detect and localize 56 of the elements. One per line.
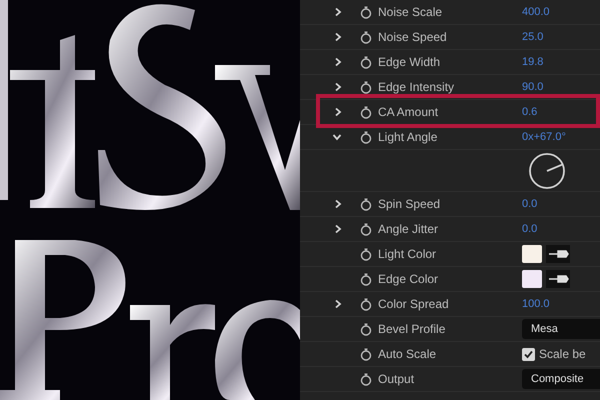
value-field[interactable]: 0.6: [522, 104, 538, 120]
value-field[interactable]: 400.0: [522, 4, 550, 20]
angle-dial[interactable]: [528, 152, 566, 190]
stopwatch-icon[interactable]: [360, 298, 372, 310]
stopwatch-icon[interactable]: [360, 248, 372, 260]
stopwatch-icon[interactable]: [360, 198, 372, 210]
dropdown[interactable]: Mesa: [522, 319, 600, 339]
property-label: Noise Scale: [378, 4, 444, 21]
stopwatch-icon[interactable]: [360, 372, 372, 386]
stopwatch-icon[interactable]: [360, 222, 372, 236]
property-label: Color Spread: [378, 296, 450, 313]
stopwatch-icon[interactable]: [360, 106, 372, 118]
property-label: CA Amount: [378, 104, 440, 121]
stopwatch-icon[interactable]: [360, 80, 372, 94]
stopwatch-icon[interactable]: [360, 56, 372, 68]
chevron-right-icon[interactable]: [334, 32, 342, 42]
stopwatch-icon[interactable]: [360, 30, 372, 44]
property-label: Noise Speed: [378, 29, 448, 46]
chevron-right-icon[interactable]: [334, 7, 342, 17]
property-label: Light Color: [378, 246, 438, 263]
property-label: Light Angle: [378, 129, 438, 146]
eyedropper-icon[interactable]: [546, 270, 570, 288]
checkmark-icon: [524, 350, 533, 358]
chevron-right-icon[interactable]: [334, 107, 342, 117]
color-swatch[interactable]: [522, 245, 542, 263]
value-field[interactable]: 19.8: [522, 54, 544, 70]
chevron-right-icon[interactable]: [334, 82, 342, 92]
stopwatch-icon[interactable]: [360, 6, 372, 18]
checkbox-label: Scale be: [539, 346, 586, 363]
chevron-right-icon[interactable]: [334, 299, 342, 309]
chevron-right-icon[interactable]: [334, 199, 342, 209]
property-label: Output: [378, 371, 416, 388]
value-field[interactable]: 0x+67.0°: [522, 128, 566, 146]
chevron-down-icon[interactable]: [332, 133, 342, 141]
property-label: Angle Jitter: [378, 221, 440, 238]
value-field[interactable]: 90.0: [522, 78, 544, 96]
property-label: Edge Width: [378, 54, 442, 71]
stopwatch-icon[interactable]: [360, 130, 372, 144]
value-field[interactable]: 25.0: [522, 28, 544, 46]
chevron-right-icon[interactable]: [334, 224, 342, 234]
property-label: Bevel Profile: [378, 321, 446, 338]
property-label: Spin Speed: [378, 196, 442, 213]
stopwatch-icon[interactable]: [360, 348, 372, 360]
stopwatch-icon[interactable]: [360, 272, 372, 286]
checkbox[interactable]: [522, 348, 535, 360]
stopwatch-icon[interactable]: [360, 322, 372, 336]
color-swatch[interactable]: [522, 270, 542, 288]
eyedropper-icon[interactable]: [546, 245, 570, 263]
property-label: Auto Scale: [378, 346, 438, 363]
value-field[interactable]: 0.0: [522, 196, 538, 212]
value-field[interactable]: 0.0: [522, 220, 538, 238]
property-label: Edge Color: [378, 271, 440, 288]
value-field[interactable]: 100.0: [522, 296, 550, 312]
chevron-right-icon[interactable]: [334, 57, 342, 67]
dropdown[interactable]: Composite: [522, 369, 600, 389]
property-label: Edge Intensity: [378, 79, 456, 96]
